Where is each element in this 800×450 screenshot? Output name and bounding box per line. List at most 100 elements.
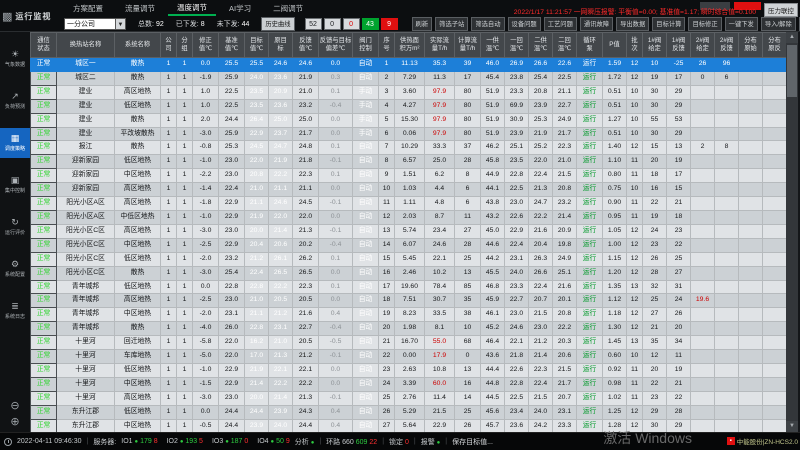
company-select[interactable]: 一分公司 ▼ <box>64 18 126 30</box>
scrollbar-thumb[interactable] <box>787 45 797 97</box>
column-header[interactable]: 2#阀 给定 <box>691 33 715 58</box>
column-header[interactable]: 系统名称 <box>115 33 161 58</box>
cell: 迎新家园 <box>57 169 115 183</box>
table-row[interactable]: 正常青年城邦中区地热11-2.023.121.121.221.60.4自动198… <box>31 308 787 322</box>
toolbar-button-筛选自动[interactable]: 筛选自动 <box>471 17 504 31</box>
column-header[interactable]: 2#阀 反馈 <box>715 33 739 58</box>
table-row[interactable]: 正常阳光小区C区高区地热11-3.023.020.021.421.3-0.1自动… <box>31 224 787 238</box>
tab-方案配置[interactable]: 方案配置 <box>64 1 112 15</box>
cell <box>691 210 715 224</box>
column-header[interactable]: 阀门 控制 <box>353 33 379 58</box>
sidebar-item-系统日志[interactable]: ≣系统日志 <box>0 296 30 326</box>
table-row[interactable]: 正常阳光小区C区散热11-3.025.422.426.526.50.0自动162… <box>31 266 787 280</box>
table-row[interactable]: 正常十里河车库地热11-5.022.017.021.321.2-0.1自动220… <box>31 350 787 364</box>
sidebar-item-负荷预测[interactable]: ↗负荷预测 <box>0 86 30 116</box>
column-header[interactable]: 二回 温℃ <box>553 33 577 58</box>
column-header[interactable]: 通信 状态 <box>31 33 57 58</box>
table-row[interactable]: 正常建业低区地热111.022.523.523.623.2-0.4手动44.27… <box>31 99 787 113</box>
table-row[interactable]: 正常阳光小区A区中低区地热11-1.022.921.922.022.00.0自动… <box>31 210 787 224</box>
column-header[interactable]: 批 次 <box>627 33 643 58</box>
toolbar-button-一键下发[interactable]: 一键下发 <box>725 17 758 31</box>
column-header[interactable]: P值 <box>603 33 627 58</box>
column-header[interactable]: 实际流 量T/h <box>425 33 455 58</box>
table-row[interactable]: 正常城区二散热11-1.925.924.023.621.90.3自动27.291… <box>31 71 787 85</box>
table-row[interactable]: 正常建业散热112.024.426.425.025.00.0手动515.3097… <box>31 113 787 127</box>
column-header[interactable]: 换热站名称 <box>57 33 115 58</box>
globe-icon[interactable]: ⊕ <box>10 415 19 428</box>
cell <box>763 294 787 308</box>
toolbar-button-目标修正[interactable]: 目标修正 <box>688 17 721 31</box>
table-row[interactable]: 正常阳光小区C区低区地热11-2.023.221.226.126.20.1自动1… <box>31 252 787 266</box>
column-header[interactable]: 分 组 <box>177 33 193 58</box>
vertical-scrollbar[interactable]: ▲ ▼ <box>786 32 798 432</box>
column-header[interactable]: 一供 温℃ <box>481 33 505 58</box>
toolbar-button-设备问题[interactable]: 设备问题 <box>508 17 541 31</box>
toolbar-button-导入/解除[interactable]: 导入/解除 <box>761 17 796 31</box>
chevron-down-icon[interactable]: ▼ <box>116 18 126 30</box>
cell: 28 <box>667 405 691 419</box>
column-header[interactable]: 序 号 <box>379 33 395 58</box>
table-row[interactable]: 正常阳光小区A区高区地热11-1.822.921.124.624.5-0.1自动… <box>31 197 787 211</box>
sidebar-item-气象数据[interactable]: ☀气象数据 <box>0 44 30 74</box>
cell: 中区地热 <box>115 308 161 322</box>
toolbar-button-通讯故障[interactable]: 通讯故障 <box>580 17 613 31</box>
table-row[interactable]: 正常报江散热11-0.825.324.524.724.80.1自动710.293… <box>31 141 787 155</box>
table-row[interactable]: 正常十里河高区地热11-3.023.020.021.421.3-0.1自动252… <box>31 391 787 405</box>
table-row[interactable]: 正常迎新家园中区地热11-2.223.020.822.222.30.1自动91.… <box>31 169 787 183</box>
minus-circle-icon[interactable]: ⊖ <box>10 399 19 412</box>
cell: -5.8 <box>193 336 219 350</box>
cell: 1 <box>177 419 193 433</box>
tab-AI学习[interactable]: AI学习 <box>220 1 260 15</box>
scroll-up-icon[interactable]: ▲ <box>786 32 798 43</box>
column-header[interactable]: 公 司 <box>161 33 177 58</box>
table-row[interactable]: 正常十里河中区地热11-1.522.921.422.222.20.0自动243.… <box>31 377 787 391</box>
sidebar-item-集中控制[interactable]: ▣集中控制 <box>0 170 30 200</box>
table-row[interactable]: 正常迎新家园高区地热11-1.422.421.021.121.10.0自动101… <box>31 183 787 197</box>
table-row[interactable]: 正常建业高区地热111.022.523.520.921.00.1手动33.609… <box>31 85 787 99</box>
table-row[interactable]: 正常建业平改坡散热11-3.025.922.923.721.70.0手动60.0… <box>31 127 787 141</box>
tab-二阀调节[interactable]: 二阀调节 <box>264 1 312 15</box>
column-header[interactable]: 循环 泵 <box>577 33 603 58</box>
cell: 22.3 <box>293 169 319 183</box>
tab-温度调节[interactable]: 温度调节 <box>168 0 216 16</box>
sidebar-item-系统配置[interactable]: ⚙系统配置 <box>0 254 30 284</box>
windows-activation-watermark: 激活 Windows <box>603 428 692 448</box>
sidebar-item-运行评价[interactable]: ↻运行评价 <box>0 212 30 242</box>
column-header[interactable]: 原目 标 <box>269 33 293 58</box>
column-header[interactable]: 目标 值℃ <box>245 33 269 58</box>
column-header[interactable]: 计算流 量T/h <box>455 33 481 58</box>
column-header[interactable]: 修正 值℃ <box>193 33 219 58</box>
table-row[interactable]: 正常十里河回迁地热11-5.822.016.221.020.5-0.5自动211… <box>31 336 787 350</box>
toolbar-button-刷新[interactable]: 刷新 <box>412 17 433 31</box>
cell: 22.9 <box>245 127 269 141</box>
column-header[interactable]: 二供 温℃ <box>529 33 553 58</box>
sidebar-item-调度策略[interactable]: ▦调度策略 <box>0 128 30 158</box>
column-header[interactable]: 分布 原反 <box>763 33 787 58</box>
cell: 1 <box>177 183 193 197</box>
cell: 10 <box>627 183 643 197</box>
column-header[interactable]: 1#阀 给定 <box>643 33 667 58</box>
column-header[interactable]: 反馈与目标 偏差℃ <box>319 33 353 58</box>
column-header[interactable]: 一回 温℃ <box>505 33 529 58</box>
table-row[interactable]: 正常阳光小区C区中区地热11-2.522.920.420.620.2-0.4自动… <box>31 238 787 252</box>
column-header[interactable]: 1#阀 反馈 <box>667 33 691 58</box>
table-row[interactable]: 正常青年城邦高区地热11-2.523.021.020.520.50.0自动187… <box>31 294 787 308</box>
company-select-value[interactable]: 一分公司 <box>64 18 116 30</box>
table-row[interactable]: 正常迎新家园低区地热11-1.023.022.021.921.8-0.1自动86… <box>31 155 787 169</box>
table-row[interactable]: 正常青年城邦低区地热110.022.822.822.222.30.1自动1719… <box>31 280 787 294</box>
tab-流量调节[interactable]: 流量调节 <box>116 1 164 15</box>
toolbar-button-筛选子站[interactable]: 筛选子站 <box>435 17 468 31</box>
toolbar-button-目标计算[interactable]: 目标计算 <box>652 17 685 31</box>
table-row[interactable]: 正常青年城邦散热11-4.026.022.823.122.7-0.4自动201.… <box>31 322 787 336</box>
history-curve-button[interactable]: 历史曲线 <box>261 17 294 31</box>
column-header[interactable]: 基准 值℃ <box>219 33 245 58</box>
column-header[interactable]: 反馈 值℃ <box>293 33 319 58</box>
toolbar-button-工艺问题[interactable]: 工艺问题 <box>544 17 577 31</box>
column-header[interactable]: 分布 原始 <box>739 33 763 58</box>
table-row[interactable]: 正常十里河低区地热11-1.022.921.922.122.10.0自动232.… <box>31 363 787 377</box>
table-row[interactable]: 正常东升江郡低区地热110.024.424.423.924.30.4自动265.… <box>31 405 787 419</box>
scroll-down-icon[interactable]: ▼ <box>786 421 798 432</box>
toolbar-button-导出数据[interactable]: 导出数据 <box>616 17 649 31</box>
column-header[interactable]: 供热面 积万m² <box>395 33 425 58</box>
table-row[interactable]: 正常城区一散热110.025.525.524.624.60.0自动111.133… <box>31 58 787 72</box>
